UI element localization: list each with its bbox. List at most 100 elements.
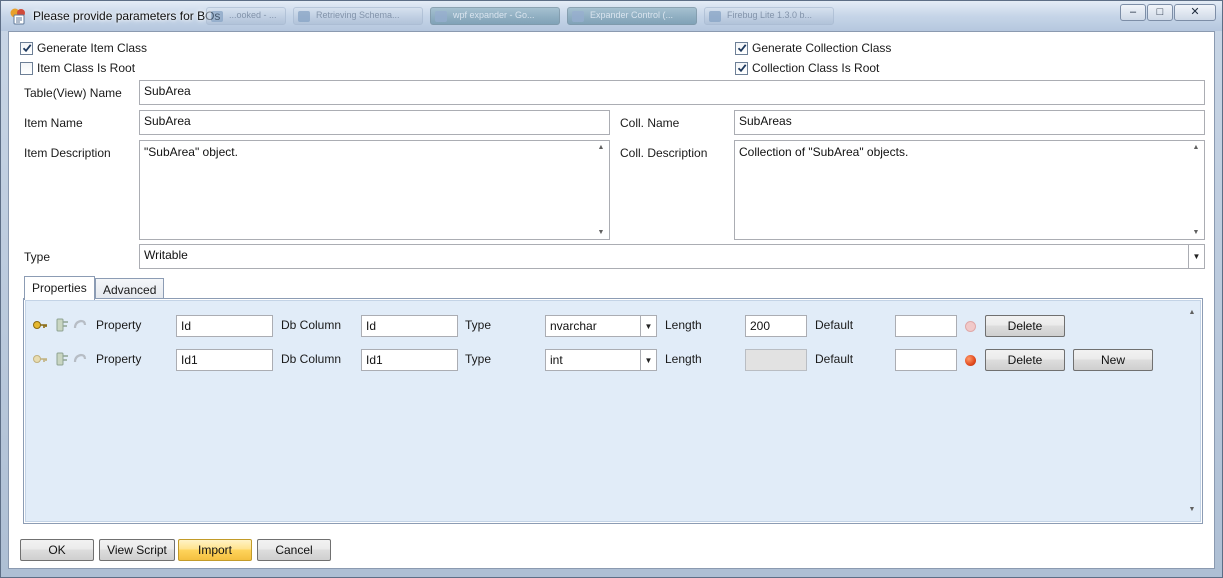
row-icons	[32, 351, 88, 369]
view-script-button[interactable]: View Script	[99, 539, 175, 561]
maximize-icon: □	[1156, 6, 1164, 18]
background-taskbar-tab: ...ooked - ...	[206, 7, 286, 25]
db-column-label: Db Column	[281, 318, 342, 332]
title-bar[interactable]: Please provide parameters for BOs ...ook…	[1, 1, 1222, 31]
scroll-up-icon[interactable]: ▲	[1189, 309, 1196, 316]
row-icons	[32, 317, 88, 335]
coll-name-label: Coll. Name	[620, 116, 680, 130]
cancel-button[interactable]: Cancel	[257, 539, 331, 561]
app-icon	[10, 8, 25, 25]
checkmark-icon	[737, 44, 746, 53]
column-type-select[interactable]: nvarchar ▼	[545, 315, 657, 337]
properties-panel: Property Id Db Column Id Type nvarchar ▼…	[23, 298, 1203, 524]
dialog-content: Generate Item Class Item Class Is Root G…	[8, 31, 1215, 569]
column-type-select[interactable]: int ▼	[545, 349, 657, 371]
db-column-input[interactable]: Id	[361, 315, 458, 337]
type-select[interactable]: Writable ▼	[139, 244, 1205, 269]
item-class-is-root-option[interactable]: Item Class Is Root	[20, 60, 135, 76]
background-taskbar-tab: Firebug Lite 1.3.0 b...	[704, 7, 834, 25]
property-label: Property	[96, 318, 142, 332]
db-column-label: Db Column	[281, 352, 342, 366]
length-label: Length	[665, 352, 702, 366]
type-label: Type	[24, 250, 51, 264]
close-icon: ✕	[1190, 6, 1200, 18]
close-button[interactable]: ✕	[1174, 4, 1216, 21]
scroll-down-icon[interactable]: ▼	[1193, 229, 1200, 236]
db-column-input[interactable]: Id1	[361, 349, 458, 371]
status-indicator-icon	[965, 355, 976, 366]
background-taskbar-tab: Retrieving Schema...	[293, 7, 423, 25]
table-name-label: Table(View) Name	[24, 86, 122, 100]
coll-description-text: Collection of "SubArea" objects.	[739, 145, 909, 159]
item-description-label: Item Description	[24, 146, 111, 160]
item-class-is-root-label: Item Class Is Root	[37, 61, 136, 75]
background-taskbar-tab: wpf expander - Go...	[430, 7, 560, 25]
background-taskbar-tab: Expander Control (...	[567, 7, 697, 25]
foreign-key-icon[interactable]	[54, 317, 70, 333]
default-label: Default	[815, 318, 854, 332]
key-icon[interactable]	[32, 351, 48, 367]
coll-name-input[interactable]: SubAreas	[734, 110, 1205, 135]
import-button[interactable]: Import	[178, 539, 252, 561]
scroll-down-icon[interactable]: ▼	[1189, 506, 1196, 513]
status-indicator-icon	[965, 321, 976, 332]
scroll-up-icon[interactable]: ▲	[1193, 144, 1200, 151]
tab-properties[interactable]: Properties	[24, 276, 95, 300]
chevron-down-icon[interactable]: ▼	[1188, 245, 1204, 268]
property-name-input[interactable]: Id1	[176, 349, 273, 371]
key-icon[interactable]	[32, 317, 48, 333]
column-type-label: Type	[465, 318, 492, 332]
length-label: Length	[665, 318, 702, 332]
scroll-down-icon[interactable]: ▼	[598, 229, 605, 236]
minimize-icon: –	[1129, 6, 1137, 18]
length-input-disabled	[745, 349, 807, 371]
property-label: Property	[96, 352, 142, 366]
column-type-label: Type	[465, 352, 492, 366]
collection-class-is-root-checkbox[interactable]	[735, 61, 748, 75]
item-description-text: "SubArea" object.	[144, 145, 238, 159]
item-description-scrollbar[interactable]: ▲ ▼	[593, 141, 609, 239]
window-title: Please provide parameters for BOs	[33, 9, 221, 23]
new-property-button[interactable]: New	[1073, 349, 1153, 371]
ok-button[interactable]: OK	[20, 539, 94, 561]
scroll-up-icon[interactable]: ▲	[598, 144, 605, 151]
link-icon[interactable]	[72, 317, 88, 333]
default-input[interactable]	[895, 349, 957, 371]
length-input[interactable]: 200	[745, 315, 807, 337]
checkmark-icon	[22, 44, 31, 53]
delete-property-button[interactable]: Delete	[985, 349, 1065, 371]
window-controls: – □ ✕	[1119, 4, 1216, 21]
minimize-button[interactable]: –	[1120, 4, 1146, 21]
generate-item-class-checkbox[interactable]	[20, 41, 33, 55]
default-label: Default	[815, 352, 854, 366]
coll-description-scrollbar[interactable]: ▲ ▼	[1188, 141, 1204, 239]
item-class-is-root-checkbox[interactable]	[20, 61, 33, 75]
properties-scrollbar[interactable]: ▲ ▼	[1184, 301, 1200, 521]
generate-collection-class-checkbox[interactable]	[735, 41, 748, 55]
type-select-value: Writable	[144, 248, 188, 262]
maximize-button[interactable]: □	[1147, 4, 1173, 21]
coll-description-textarea[interactable]: Collection of "SubArea" objects. ▲ ▼	[734, 140, 1205, 240]
generate-collection-class-option[interactable]: Generate Collection Class	[735, 40, 891, 56]
foreign-key-icon[interactable]	[54, 351, 70, 367]
generate-item-class-option[interactable]: Generate Item Class	[20, 40, 147, 56]
chevron-down-icon[interactable]: ▼	[640, 350, 656, 370]
properties-list: Property Id Db Column Id Type nvarchar ▼…	[25, 300, 1201, 522]
column-type-value: nvarchar	[550, 319, 597, 333]
chevron-down-icon[interactable]: ▼	[640, 316, 656, 336]
default-input[interactable]	[895, 315, 957, 337]
generate-item-class-label: Generate Item Class	[37, 41, 148, 55]
collection-class-is-root-label: Collection Class Is Root	[752, 61, 880, 75]
item-description-textarea[interactable]: "SubArea" object. ▲ ▼	[139, 140, 610, 240]
collection-class-is-root-option[interactable]: Collection Class Is Root	[735, 60, 879, 76]
generate-collection-class-label: Generate Collection Class	[752, 41, 892, 55]
tab-advanced[interactable]: Advanced	[95, 278, 165, 300]
delete-property-button[interactable]: Delete	[985, 315, 1065, 337]
item-name-label: Item Name	[24, 116, 83, 130]
item-name-input[interactable]: SubArea	[139, 110, 610, 135]
table-name-input[interactable]: SubArea	[139, 80, 1205, 105]
link-icon[interactable]	[72, 351, 88, 367]
checkmark-icon	[737, 64, 746, 73]
property-name-input[interactable]: Id	[176, 315, 273, 337]
column-type-value: int	[550, 353, 563, 367]
